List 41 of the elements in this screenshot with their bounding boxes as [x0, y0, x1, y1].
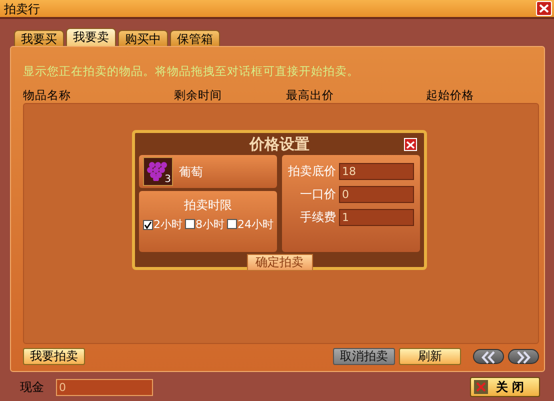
- action-button[interactable]: 刷新: [399, 348, 461, 366]
- item-name: 葡萄: [179, 164, 203, 180]
- close-icon[interactable]: [536, 1, 552, 16]
- column-header: 最高出价: [286, 88, 334, 102]
- duration-label: 拍卖时限: [184, 197, 232, 214]
- tab[interactable]: 保管箱: [170, 30, 220, 46]
- item-count: 3: [164, 173, 171, 187]
- close-button[interactable]: 关 闭: [470, 377, 540, 397]
- field-label: 一口价: [300, 186, 336, 203]
- tab[interactable]: 购买中: [118, 30, 168, 46]
- tab[interactable]: 我要卖: [66, 28, 116, 46]
- previous-page-button[interactable]: [473, 349, 504, 364]
- column-header: 物品名称: [23, 88, 71, 102]
- tab[interactable]: 我要买: [14, 30, 64, 46]
- checkbox[interactable]: [184, 219, 194, 229]
- next-page-button[interactable]: [508, 349, 539, 364]
- sell-button[interactable]: 我要拍卖: [23, 348, 85, 366]
- close-icon[interactable]: [404, 138, 417, 151]
- column-header: 剩余时间: [174, 88, 222, 102]
- close-icon: [474, 380, 488, 394]
- confirm-button[interactable]: 确定拍卖: [246, 254, 312, 271]
- dialog-title: 价格设置: [250, 134, 310, 155]
- duration-option[interactable]: 8小时: [184, 217, 224, 234]
- chevrons-right-icon: [515, 350, 532, 366]
- cash-label: 现金: [20, 379, 44, 396]
- price-field[interactable]: 18: [339, 162, 414, 180]
- checkbox[interactable]: [142, 220, 152, 230]
- chevrons-left-icon: [480, 350, 497, 366]
- column-header: 起始价格: [426, 88, 474, 102]
- field-label: 拍卖底价: [288, 163, 336, 180]
- item-slot[interactable]: 3: [143, 157, 173, 186]
- duration-option[interactable]: 2小时: [142, 217, 182, 234]
- duration-option[interactable]: 24小时: [226, 217, 274, 234]
- price-field[interactable]: 1: [339, 208, 414, 226]
- checkbox[interactable]: [226, 219, 236, 229]
- field-label: 手续费: [300, 209, 336, 226]
- price-field[interactable]: 0: [339, 186, 414, 202]
- cash-field[interactable]: 0: [56, 378, 153, 396]
- grapes-icon: [147, 161, 169, 181]
- hint-text: 显示您正在拍卖的物品。将物品拖拽至对话框可直接开始拍卖。: [23, 63, 360, 80]
- window-title: 拍卖行: [4, 0, 40, 18]
